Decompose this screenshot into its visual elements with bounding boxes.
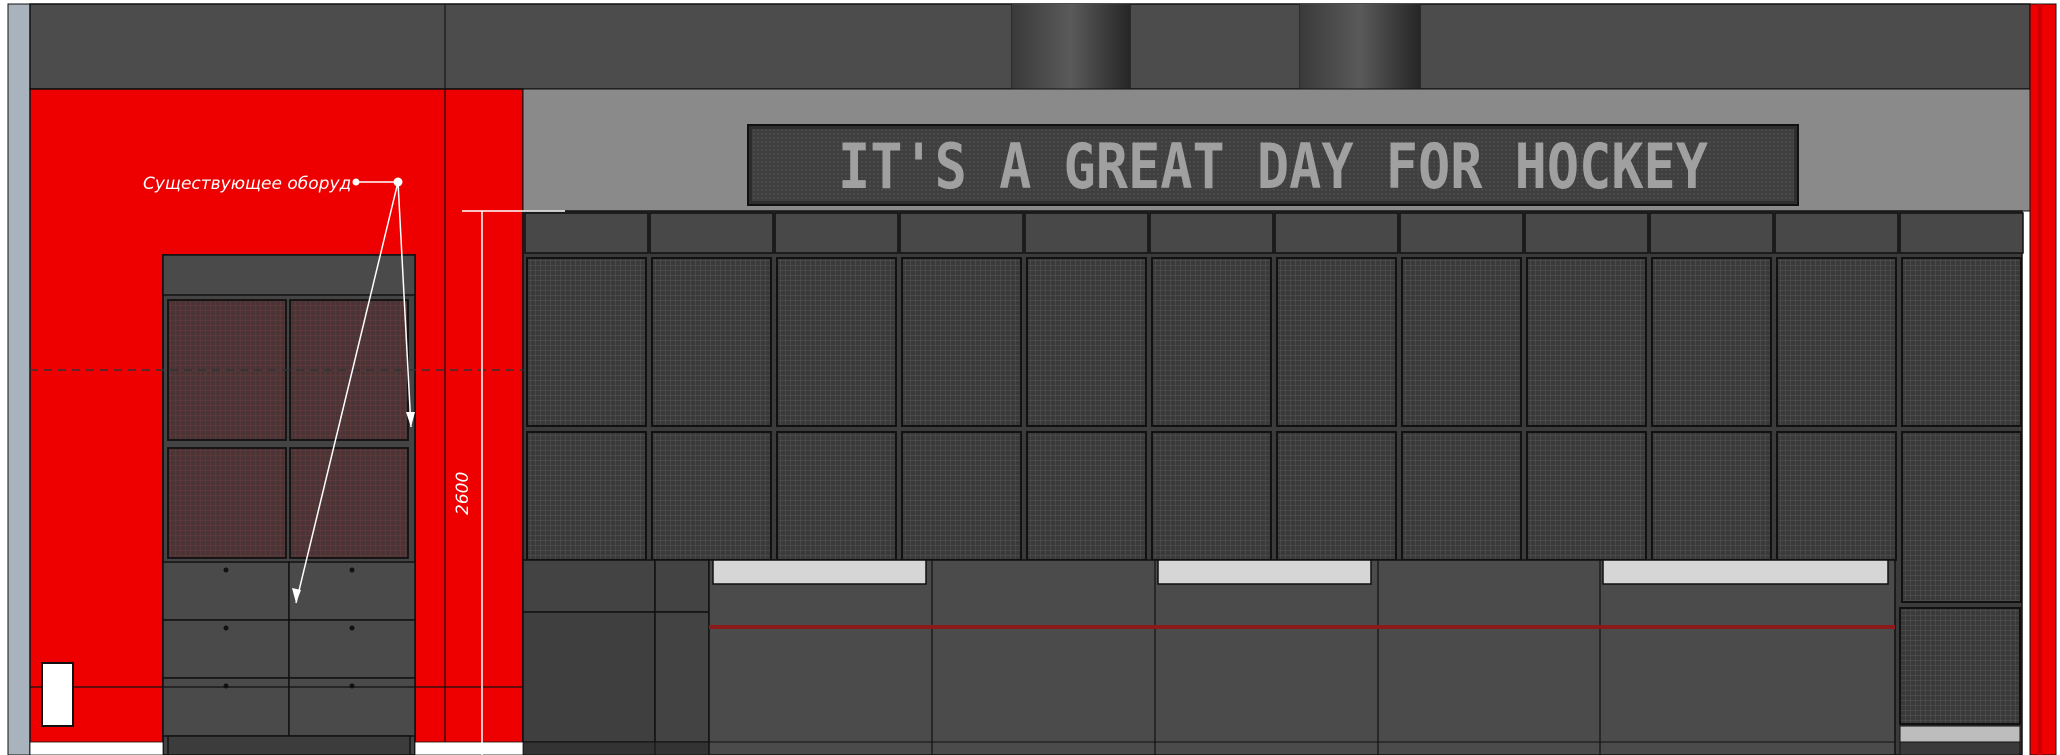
mesh-wall-cap — [1274, 212, 1399, 254]
mesh-wall-panel — [1151, 431, 1272, 561]
mesh-wall-panel — [1526, 257, 1647, 427]
mesh-wall-panel — [526, 431, 647, 561]
wall-socket — [41, 662, 74, 727]
cabinet-glass-panel — [167, 447, 287, 559]
mesh-wall-panel — [526, 257, 647, 427]
mesh-wall-panel — [1776, 257, 1897, 427]
mesh-wall-panel — [1526, 431, 1647, 561]
right-red-strip — [2029, 3, 2057, 755]
counter-red-stripe — [709, 625, 1895, 629]
mesh-wall-cap — [1899, 212, 2024, 254]
mesh-wall-panel — [1026, 257, 1147, 427]
mesh-wall-panel — [1776, 431, 1897, 561]
mesh-wall-cap — [1149, 212, 1274, 254]
left-wall-strip — [7, 3, 31, 755]
mesh-wall-panel — [1651, 257, 1772, 427]
existing-cabinet — [162, 254, 416, 755]
mesh-wall-cap — [649, 212, 774, 254]
cabinet-glass-panel — [289, 299, 409, 441]
hockey-banner: IT'S A GREAT DAY FOR HOCKEY — [747, 124, 1799, 206]
mesh-wall-panel — [1651, 431, 1772, 561]
mesh-wall-cap — [1774, 212, 1899, 254]
mesh-wall-panel — [776, 257, 897, 427]
mesh-wall-panel — [651, 257, 772, 427]
counter-light-bar — [712, 559, 927, 585]
mesh-wall-panel — [901, 257, 1022, 427]
cash-counter — [708, 559, 1896, 755]
callout-label: Существующее оборуд — [143, 174, 351, 194]
mesh-wall-panel — [1276, 257, 1397, 427]
counter-light-bar — [1602, 559, 1889, 585]
mesh-wall-panel — [1401, 431, 1522, 561]
mesh-wall-panel — [1026, 431, 1147, 561]
mesh-wall-panel — [651, 431, 772, 561]
banner-text: IT'S A GREAT DAY FOR HOCKEY — [838, 130, 1709, 203]
mesh-wall-panel — [1901, 257, 2022, 427]
right-mesh-column — [1899, 607, 2021, 755]
mesh-wall-cap — [1524, 212, 1649, 254]
dimension-label: 2600 — [453, 472, 473, 515]
mesh-wall-panel — [1276, 431, 1397, 561]
cabinet-drawers — [162, 561, 416, 755]
ceiling-duct — [1300, 4, 1420, 89]
cabinet-glass-panel — [289, 447, 409, 559]
elevation-drawing: IT'S A GREAT DAY FOR HOCKEY 2600 Существ… — [0, 0, 2060, 755]
mesh-wall-cap — [524, 212, 649, 254]
ceiling — [29, 3, 2031, 90]
ceiling-duct — [1012, 4, 1130, 89]
mesh-wall-panel — [1901, 431, 2022, 603]
mesh-wall-cap — [1649, 212, 1774, 254]
mesh-wall-panel — [776, 431, 897, 561]
mesh-wall-cap — [774, 212, 899, 254]
mesh-wall-panel — [901, 431, 1022, 561]
counter-light-bar — [1157, 559, 1372, 585]
mesh-wall-cap — [899, 212, 1024, 254]
mesh-wall-panel — [1401, 257, 1522, 427]
mesh-wall-cap — [1024, 212, 1149, 254]
counter-block-left — [522, 559, 710, 755]
mesh-wall-cap — [1399, 212, 1524, 254]
mesh-wall-panel — [1151, 257, 1272, 427]
